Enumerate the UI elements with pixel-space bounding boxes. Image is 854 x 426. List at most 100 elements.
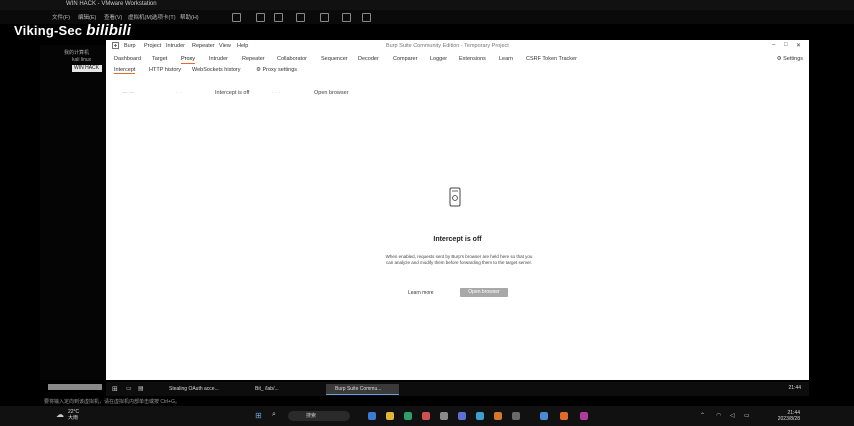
open-browser-button[interactable]: Open browser [460, 288, 508, 297]
tab-proxy[interactable]: Proxy [181, 56, 196, 64]
watermark: Viking-Sec bilibili [14, 22, 131, 39]
guest-taskbar: ⊞ ▭ ▤ Stealing OAuth acce... Bit_ /lab/.… [106, 382, 809, 396]
vm-menu-file[interactable]: 文件(F) [52, 13, 70, 21]
gear-icon: ⚙ [776, 56, 782, 62]
learn-more-link[interactable]: Learn more [408, 290, 434, 296]
burp-menu-intruder[interactable]: Intruder [166, 43, 185, 49]
app-icon[interactable] [494, 412, 502, 420]
vmware-titlebar: WIN HACK - VMware Workstation [0, 0, 854, 10]
tab-extensions[interactable]: Extensions [459, 56, 486, 62]
burp-menu-view[interactable]: View [219, 43, 231, 49]
library-item-my-computer[interactable]: 我的计算机 [64, 49, 89, 56]
app-icon[interactable] [368, 412, 376, 420]
snapshot-icon[interactable] [256, 13, 265, 22]
intercept-off-title: Intercept is off [433, 236, 482, 243]
app-icon[interactable] [540, 412, 548, 420]
drop-button[interactable]: · · [176, 90, 181, 96]
intercept-toggle-button[interactable]: Intercept is off [215, 90, 249, 96]
tab-comparer[interactable]: Comparer [393, 56, 417, 62]
proxy-settings-label: Proxy settings [262, 67, 298, 73]
burp-logo-icon [112, 42, 119, 49]
tab-csrf-token-tracker[interactable]: CSRF Token Tracker [526, 56, 577, 62]
tab-decoder[interactable]: Decoder [358, 56, 379, 62]
app-icon[interactable] [404, 412, 412, 420]
app-icon[interactable] [476, 412, 484, 420]
burp-menu-help[interactable]: Help [237, 43, 248, 49]
tab-intruder[interactable]: Intruder [209, 56, 228, 62]
tab-target[interactable]: Target [152, 56, 167, 62]
guest-taskbar-item[interactable]: Stealing OAuth acce... [160, 384, 239, 394]
terminal-icon[interactable]: ▤ [138, 385, 144, 392]
app-icon[interactable] [458, 412, 466, 420]
weather-icon: ☁ [56, 410, 64, 419]
subtab-http-history[interactable]: HTTP history [149, 67, 181, 73]
host-clock[interactable]: 21:44 2023/8/28 [760, 410, 800, 422]
folder-icon[interactable] [386, 412, 394, 420]
library-scrollbar[interactable] [48, 384, 102, 390]
windows-start-icon[interactable]: ⊞ [255, 411, 262, 420]
subtab-intercept[interactable]: Intercept [114, 67, 136, 74]
volume-icon[interactable]: ◁ [730, 412, 735, 419]
vmware-statusbar: 要将输入定向到该虚拟机，请在虚拟机内部单击或按 Ctrl+G。 [0, 396, 854, 406]
tab-sequencer[interactable]: Sequencer [321, 56, 348, 62]
stretch-icon[interactable] [362, 13, 371, 22]
subtab-proxy-settings[interactable]: ⚙ Proxy settings [256, 67, 297, 73]
console-icon[interactable] [342, 13, 351, 22]
library-item-kali[interactable]: kali linux [72, 57, 91, 63]
toolbar-open-browser-button[interactable]: Open browser [314, 90, 349, 96]
unity-icon[interactable] [320, 13, 329, 22]
tab-collaborator[interactable]: Collaborator [277, 56, 307, 62]
settings-button[interactable]: ⚙ Settings [777, 56, 803, 62]
guest-clock: 21:44 [788, 385, 801, 391]
gear-icon: ⚙ [256, 67, 261, 73]
explorer-icon[interactable]: ▭ [126, 385, 132, 392]
weather-widget[interactable]: 22°C 大雨 [68, 409, 79, 421]
bilibili-logo: bilibili [86, 22, 132, 39]
status-text: 要将输入定向到该虚拟机，请在虚拟机内部单击或按 Ctrl+G。 [44, 399, 180, 405]
app-icon[interactable] [580, 412, 588, 420]
vmware-window-title: WIN HACK - VMware Workstation [66, 1, 157, 7]
vm-menu-help[interactable]: 帮助(H) [180, 13, 199, 21]
minimize-icon[interactable]: – [772, 42, 775, 48]
burp-taskbar-icon[interactable] [560, 412, 568, 420]
burp-main-tabs: Dashboard Target Proxy Intruder Repeater… [106, 53, 809, 65]
vm-menu-edit[interactable]: 编辑(E) [78, 13, 96, 21]
burp-menubar: Burp Project Intruder Repeater View Help… [106, 40, 809, 51]
tab-repeater[interactable]: Repeater [242, 56, 265, 62]
windows-start-icon[interactable]: ⊞ [112, 385, 118, 393]
guest-taskbar-item-burp[interactable]: Burp Suite Commu... [326, 384, 399, 395]
maximize-icon[interactable]: □ [784, 42, 788, 48]
burp-menu-repeater[interactable]: Repeater [192, 43, 215, 49]
burp-window-title: Burp Suite Community Edition - Temporary… [386, 43, 509, 49]
intercept-off-description: When enabled, requests sent by Burp's br… [385, 254, 533, 265]
tab-learn[interactable]: Learn [499, 56, 513, 62]
vm-menu-view[interactable]: 查看(V) [104, 13, 122, 21]
action-button[interactable]: · · · [272, 90, 281, 96]
close-icon[interactable]: ✕ [796, 42, 801, 49]
forward-button[interactable]: — — [122, 90, 135, 96]
intercept-toolbar: — — · · Intercept is off · · · Open brow… [106, 88, 809, 98]
host-date: 2023/8/28 [777, 416, 800, 422]
vm-menu-tabs[interactable]: 选项卡(T) [152, 13, 176, 21]
tab-logger[interactable]: Logger [430, 56, 447, 62]
app-icon[interactable] [440, 412, 448, 420]
host-search-input[interactable]: 搜索 [288, 411, 350, 421]
fullscreen-icon[interactable] [296, 13, 305, 22]
burp-menu-project[interactable]: Project [144, 43, 161, 49]
burp-menu-burp[interactable]: Burp [124, 43, 136, 49]
host-search-icon[interactable]: ⌕ [272, 411, 276, 419]
library-item-win-hack[interactable]: WIN HACK [72, 65, 102, 72]
battery-icon[interactable]: ▭ [744, 412, 750, 419]
revert-icon[interactable] [274, 13, 283, 22]
app-icon[interactable] [422, 412, 430, 420]
tray-chevron-icon[interactable]: ⌃ [700, 412, 705, 419]
wifi-icon[interactable]: ◠ [716, 412, 721, 419]
app-icon[interactable] [512, 412, 520, 420]
intercept-off-icon [449, 187, 461, 207]
vm-menu-vm[interactable]: 虚拟机(M) [128, 13, 153, 21]
tab-dashboard[interactable]: Dashboard [114, 56, 141, 62]
pause-icon[interactable] [232, 13, 241, 22]
guest-taskbar-item[interactable]: Bit_ /lab/... [246, 384, 319, 394]
watermark-text: Viking-Sec [14, 23, 83, 38]
subtab-websockets-history[interactable]: WebSockets history [192, 67, 241, 73]
